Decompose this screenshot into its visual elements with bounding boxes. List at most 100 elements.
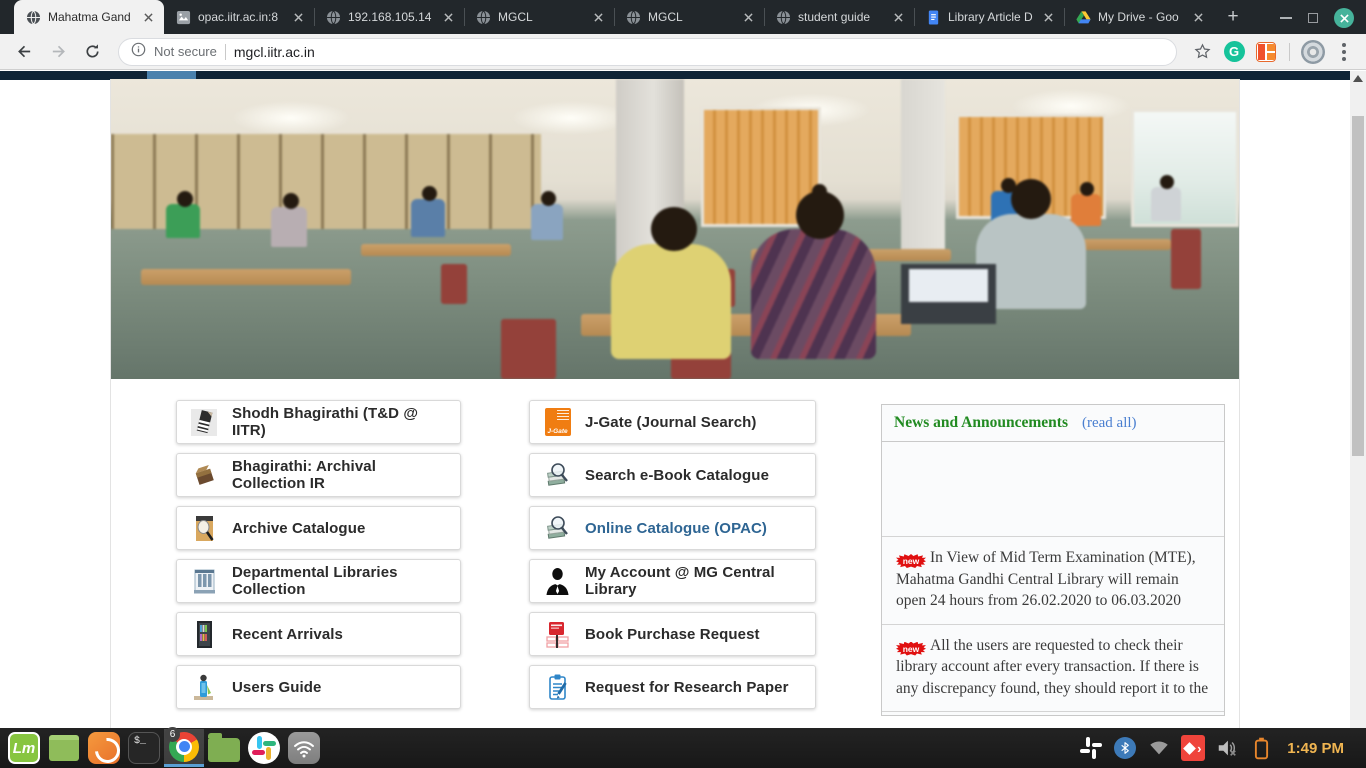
news-item: newAll the users are requested to check … — [882, 625, 1224, 713]
link-departmental-libraries[interactable]: Departmental Libraries Collection — [176, 559, 461, 603]
photo-decor — [177, 191, 193, 207]
tab-close-icon[interactable] — [890, 9, 906, 25]
back-icon[interactable] — [10, 38, 38, 66]
link-bhagirathi-archival[interactable]: Bhagirathi: Archival Collection IR — [176, 453, 461, 497]
window-controls — [1280, 8, 1366, 34]
wifi-settings-launcher[interactable] — [284, 729, 324, 767]
restore-button[interactable] — [1308, 13, 1318, 23]
network-signal-icon[interactable] — [1147, 736, 1171, 760]
tab-mgcl-1[interactable]: MGCL — [464, 0, 614, 34]
quick-link-label: Bhagirathi: Archival Collection IR — [232, 458, 450, 492]
refresh-icon[interactable] — [78, 38, 106, 66]
tab-close-icon[interactable] — [590, 9, 606, 25]
avatar-image — [1301, 40, 1325, 64]
extension-glyph — [1256, 42, 1276, 62]
taskbar: Lm $_ 6 › 1:49 PM — [0, 728, 1366, 768]
photo-decor — [422, 186, 437, 201]
tab-close-icon[interactable] — [740, 9, 756, 25]
firefox-launcher[interactable] — [84, 729, 124, 767]
slack-tray-icon[interactable] — [1079, 736, 1103, 760]
url-text: mgcl.iitr.ac.in — [234, 44, 315, 60]
tab-close-icon[interactable] — [1040, 9, 1056, 25]
photo-decor — [1131, 109, 1239, 227]
quick-link-label: Recent Arrivals — [232, 626, 343, 643]
desktop-icon — [49, 735, 79, 761]
folder-icon — [208, 738, 240, 762]
bookshelf-icon — [191, 620, 218, 649]
quick-link-label: My Account @ MG Central Library — [585, 564, 805, 598]
tab-student-guide[interactable]: student guide — [764, 0, 914, 34]
page-scrollbar[interactable] — [1350, 71, 1366, 728]
tab-library-article[interactable]: Library Article D — [914, 0, 1064, 34]
show-desktop-button[interactable] — [44, 729, 84, 767]
new-tab-button[interactable]: + — [1218, 4, 1248, 30]
tab-close-icon[interactable] — [290, 9, 306, 25]
link-jgate[interactable]: J-Gate J-Gate (Journal Search) — [529, 400, 816, 444]
jgate-logo-text: J-Gate — [545, 428, 571, 435]
photo-decor — [796, 191, 844, 239]
minimize-button[interactable] — [1280, 17, 1292, 19]
wifi-icon — [288, 732, 320, 764]
battery-icon[interactable] — [1249, 736, 1273, 760]
guide-figure-icon — [191, 673, 218, 702]
link-book-purchase-request[interactable]: Book Purchase Request — [529, 612, 816, 656]
tab-close-icon[interactable] — [440, 9, 456, 25]
quick-link-label: Online Catalogue (OPAC) — [585, 520, 767, 537]
link-online-catalogue-opac[interactable]: Online Catalogue (OPAC) — [529, 506, 816, 550]
link-shodh-bhagirathi[interactable]: Shodh Bhagirathi (T&D @ IITR) — [176, 400, 461, 444]
scrollbar-thumb[interactable] — [1352, 116, 1364, 456]
bluetooth-icon[interactable] — [1113, 736, 1137, 760]
file-manager-launcher[interactable] — [204, 729, 244, 767]
photo-decor — [111, 79, 1239, 379]
close-button[interactable] — [1334, 8, 1354, 28]
profile-avatar[interactable] — [1300, 39, 1326, 65]
forward-icon[interactable] — [44, 38, 72, 66]
address-bar[interactable]: Not secure mgcl.iitr.ac.in — [118, 38, 1177, 66]
tab-my-drive[interactable]: My Drive - Goo — [1064, 0, 1214, 34]
browser-tab-bar: Mahatma Gand opac.iitr.ac.in:8 192.168.1… — [0, 0, 1366, 34]
photo-decor — [1171, 229, 1201, 289]
chrome-window-button[interactable]: 6 — [164, 729, 204, 767]
page-viewport: Shodh Bhagirathi (T&D @ IITR) Bhagirathi… — [0, 71, 1366, 728]
photo-decor — [1011, 179, 1051, 219]
tab-mahatma-gandhi[interactable]: Mahatma Gand — [14, 0, 164, 34]
tab-close-icon[interactable] — [140, 9, 156, 25]
tab-opac[interactable]: opac.iitr.ac.in:8 — [164, 0, 314, 34]
info-icon[interactable] — [131, 42, 146, 62]
link-my-account[interactable]: My Account @ MG Central Library — [529, 559, 816, 603]
google-docs-icon — [926, 10, 941, 25]
layout-extension-icon[interactable] — [1253, 39, 1279, 65]
chrome-window-count-badge: 6 — [165, 727, 180, 742]
divider — [1289, 43, 1290, 61]
browser-menu-icon[interactable] — [1342, 50, 1346, 54]
link-users-guide[interactable]: Users Guide — [176, 665, 461, 709]
link-search-ebook-catalogue[interactable]: Search e-Book Catalogue — [529, 453, 816, 497]
globe-icon — [326, 10, 341, 25]
globe-icon — [626, 10, 641, 25]
scroll-up-arrow-icon[interactable] — [1353, 75, 1363, 82]
new-badge: new — [896, 554, 926, 568]
mint-menu-button[interactable]: Lm — [4, 729, 44, 767]
bookmark-star-icon[interactable] — [1189, 39, 1215, 65]
quick-link-label: J-Gate (Journal Search) — [585, 414, 757, 431]
photo-decor — [901, 79, 945, 254]
anydesk-tray-icon[interactable]: › — [1181, 736, 1205, 760]
read-all-link[interactable]: (read all) — [1082, 415, 1137, 432]
slack-launcher[interactable] — [244, 729, 284, 767]
grammarly-extension-icon[interactable]: G — [1221, 39, 1247, 65]
link-request-research-paper[interactable]: Request for Research Paper — [529, 665, 816, 709]
photo-decor — [1080, 182, 1094, 196]
photo-decor — [611, 244, 731, 359]
terminal-icon: $_ — [128, 732, 160, 764]
tab-title: Library Article D — [948, 10, 1033, 24]
security-label: Not secure — [154, 44, 217, 59]
tab-ip-address[interactable]: 192.168.105.14 — [314, 0, 464, 34]
terminal-launcher[interactable]: $_ — [124, 729, 164, 767]
taskbar-clock[interactable]: 1:49 PM — [1283, 740, 1352, 757]
tab-mgcl-2[interactable]: MGCL — [614, 0, 764, 34]
photo-decor — [531, 204, 563, 240]
link-archive-catalogue[interactable]: Archive Catalogue — [176, 506, 461, 550]
volume-muted-icon[interactable] — [1215, 736, 1239, 760]
link-recent-arrivals[interactable]: Recent Arrivals — [176, 612, 461, 656]
tab-close-icon[interactable] — [1190, 9, 1206, 25]
